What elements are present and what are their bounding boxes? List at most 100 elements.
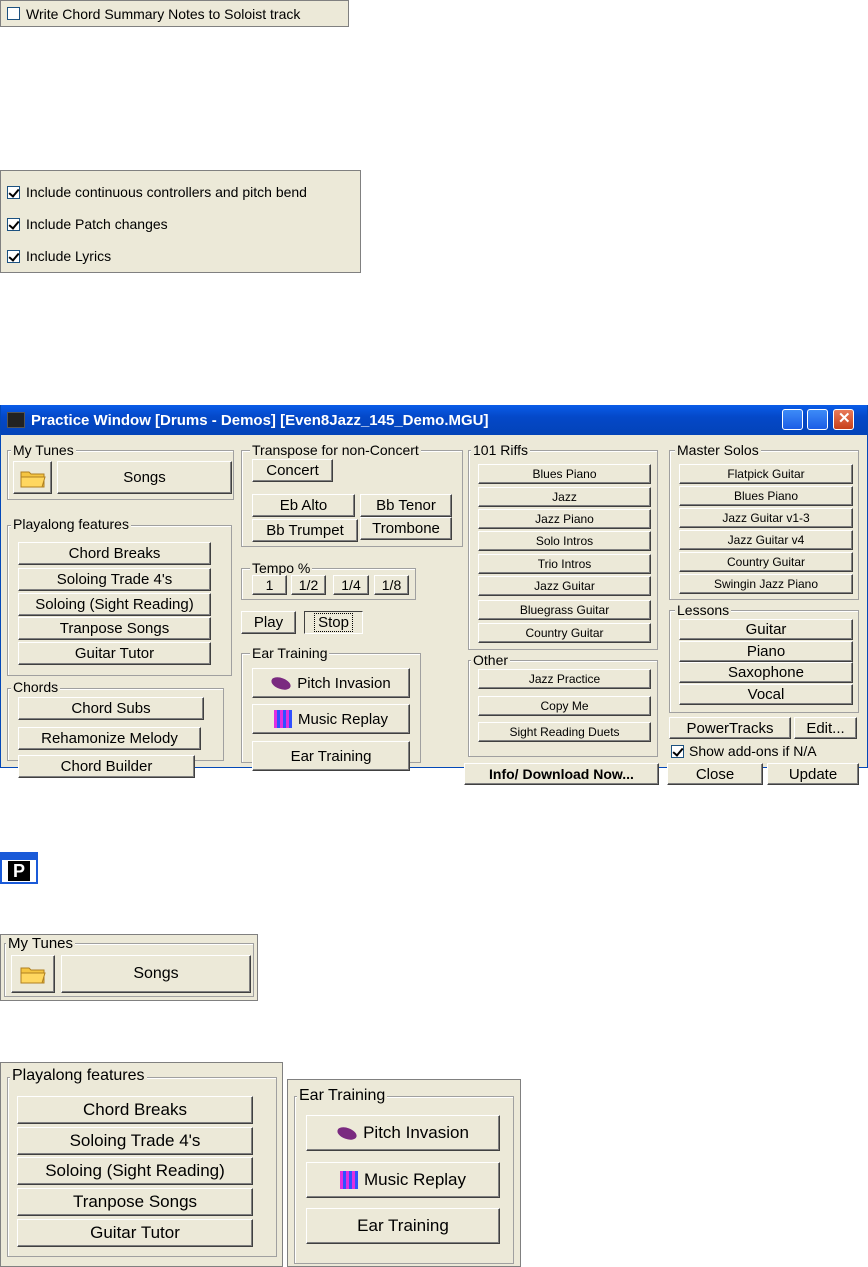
zoom-music-replay-button[interactable]: Music Replay (306, 1162, 500, 1198)
include-patch-label: Include Patch changes (26, 216, 168, 232)
lesson-piano-button[interactable]: Piano (679, 641, 853, 662)
lessons-label: Lessons (675, 602, 732, 618)
zoom-soloing-trade-button[interactable]: Soloing Trade 4's (17, 1127, 253, 1155)
zoom-soloing-sight-reading-button[interactable]: Soloing (Sight Reading) (17, 1157, 253, 1185)
zoom-pitch-invasion-button[interactable]: Pitch Invasion (306, 1115, 500, 1151)
update-button[interactable]: Update (767, 763, 859, 785)
playalong-label: Playalong features (11, 516, 131, 532)
riff-country-guitar-button[interactable]: Country Guitar (478, 623, 651, 643)
lesson-vocal-button[interactable]: Vocal (679, 684, 853, 705)
zoom-folder-icon (20, 964, 46, 984)
lesson-saxophone-button[interactable]: Saxophone (679, 662, 853, 683)
solo-flatpick-guitar-button[interactable]: Flatpick Guitar (679, 464, 853, 484)
ear-training-button[interactable]: Ear Training (252, 741, 410, 771)
edit-button[interactable]: Edit... (794, 717, 857, 739)
riff-bluegrass-guitar-button[interactable]: Bluegrass Guitar (478, 600, 651, 620)
include-lyrics-checkbox[interactable] (7, 249, 20, 263)
zoom-open-folder-button[interactable] (11, 955, 55, 993)
chord-subs-button[interactable]: Chord Subs (18, 697, 204, 720)
chord-breaks-button[interactable]: Chord Breaks (18, 542, 211, 565)
zoom-transpose-songs-button[interactable]: Tranpose Songs (17, 1188, 253, 1216)
trombone-button[interactable]: Trombone (360, 517, 452, 540)
riff-solo-intros-button[interactable]: Solo Intros (478, 531, 651, 551)
zoom-guitar-tutor-button[interactable]: Guitar Tutor (17, 1219, 253, 1247)
soloing-sight-reading-button[interactable]: Soloing (Sight Reading) (18, 593, 211, 616)
zoom-chord-breaks-button[interactable]: Chord Breaks (17, 1096, 253, 1124)
songs-button[interactable]: Songs (57, 461, 232, 494)
include-options-panel: Include continuous controllers and pitch… (0, 170, 361, 273)
close-icon: ✕ (838, 410, 851, 427)
master-solos-label: Master Solos (675, 442, 761, 458)
zoom-my-tunes-label: My Tunes (6, 935, 76, 952)
close-window-button[interactable]: ✕ (833, 409, 854, 430)
chord-summary-option: Write Chord Summary Notes to Soloist tra… (0, 0, 349, 27)
zoom-songs-button[interactable]: Songs (61, 955, 251, 993)
reharmonize-melody-button[interactable]: Rehamonize Melody (18, 727, 201, 750)
zoom-music-replay-label: Music Replay (363, 1170, 467, 1189)
guitar-tutor-button[interactable]: Guitar Tutor (18, 642, 211, 665)
music-replay-button[interactable]: Music Replay (252, 704, 410, 734)
play-button[interactable]: Play (241, 611, 296, 634)
riff-blues-piano-button[interactable]: Blues Piano (478, 464, 651, 484)
stop-label: Stop (314, 613, 353, 632)
soloing-trade-button[interactable]: Soloing Trade 4's (18, 568, 211, 591)
solo-swingin-jazz-piano-button[interactable]: Swingin Jazz Piano (679, 574, 853, 594)
tempo-half-button[interactable]: 1/2 (291, 575, 326, 595)
p-icon-letter: P (8, 861, 30, 881)
include-lyrics-label: Include Lyrics (26, 248, 112, 264)
solo-jazz-guitar-v1-3-button[interactable]: Jazz Guitar v1-3 (679, 508, 853, 528)
open-folder-button[interactable] (13, 461, 52, 494)
copy-me-button[interactable]: Copy Me (478, 696, 651, 716)
maximize-button[interactable] (807, 409, 828, 430)
include-controllers-checkbox[interactable] (7, 185, 20, 199)
riffs-label: 101 Riffs (471, 442, 530, 458)
riff-jazz-guitar-button[interactable]: Jazz Guitar (478, 576, 651, 596)
eb-alto-button[interactable]: Eb Alto (252, 494, 355, 517)
app-icon (7, 412, 25, 428)
include-patch-option[interactable]: Include Patch changes (7, 207, 360, 241)
pitch-invasion-button[interactable]: Pitch Invasion (252, 668, 410, 698)
stop-button[interactable]: Stop (304, 611, 363, 634)
lesson-guitar-button[interactable]: Guitar (679, 619, 853, 640)
other-label: Other (471, 652, 511, 668)
zoom-ear-training-button[interactable]: Ear Training (306, 1208, 500, 1244)
solo-jazz-guitar-v4-button[interactable]: Jazz Guitar v4 (679, 530, 853, 550)
include-patch-checkbox[interactable] (7, 217, 20, 231)
chord-summary-checkbox[interactable] (7, 7, 20, 20)
my-tunes-label: My Tunes (11, 442, 76, 458)
concert-button[interactable]: Concert (252, 459, 333, 482)
music-replay-icon (273, 710, 292, 728)
zoom-playalong-label: Playalong features (10, 1067, 147, 1084)
bb-tenor-button[interactable]: Bb Tenor (360, 494, 452, 517)
solo-country-guitar-button[interactable]: Country Guitar (679, 552, 853, 572)
ear-training-label: Ear Training (250, 645, 330, 661)
include-lyrics-option[interactable]: Include Lyrics (7, 241, 360, 271)
minimize-button[interactable] (782, 409, 803, 430)
chord-builder-button[interactable]: Chord Builder (18, 755, 195, 778)
chords-label: Chords (11, 679, 61, 695)
tempo-eighth-button[interactable]: 1/8 (374, 575, 409, 595)
info-download-button[interactable]: Info/ Download Now... (464, 763, 659, 785)
folder-icon (20, 468, 46, 488)
tempo-quarter-button[interactable]: 1/4 (333, 575, 369, 595)
close-button[interactable]: Close (667, 763, 763, 785)
transpose-songs-button[interactable]: Tranpose Songs (18, 617, 211, 640)
bb-trumpet-button[interactable]: Bb Trumpet (252, 519, 358, 542)
include-controllers-option[interactable]: Include continuous controllers and pitch… (7, 177, 360, 207)
show-addons-option[interactable]: Show add-ons if N/A (671, 743, 817, 759)
include-controllers-label: Include continuous controllers and pitch… (26, 184, 307, 200)
practice-p-icon[interactable]: P (0, 852, 38, 884)
sight-reading-duets-button[interactable]: Sight Reading Duets (478, 722, 651, 742)
powertracks-button[interactable]: PowerTracks (669, 717, 791, 739)
riff-jazz-button[interactable]: Jazz (478, 487, 651, 507)
practice-window: Practice Window [Drums - Demos] [Even8Ja… (0, 405, 868, 785)
riff-trio-intros-button[interactable]: Trio Intros (478, 554, 651, 574)
zoom-ear-training-panel: Ear Training Pitch Invasion Music Replay… (287, 1079, 521, 1267)
jazz-practice-button[interactable]: Jazz Practice (478, 669, 651, 689)
riff-jazz-piano-button[interactable]: Jazz Piano (478, 509, 651, 529)
tempo-1-button[interactable]: 1 (252, 575, 287, 595)
window-titlebar: Practice Window [Drums - Demos] [Even8Ja… (1, 405, 867, 435)
show-addons-checkbox[interactable] (671, 744, 684, 758)
solo-blues-piano-button[interactable]: Blues Piano (679, 486, 853, 506)
pitch-invasion-label: Pitch Invasion (297, 674, 391, 692)
